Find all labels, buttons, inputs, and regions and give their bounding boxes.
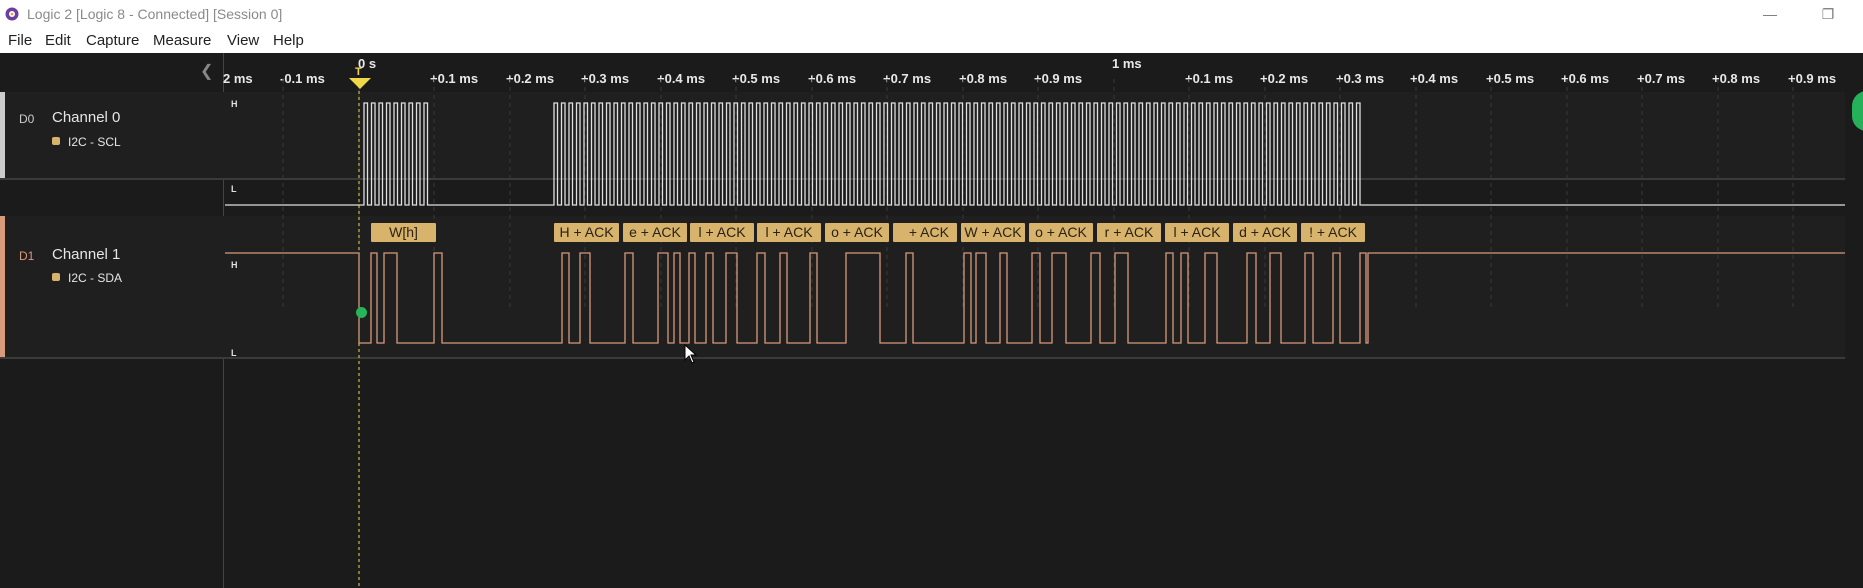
decoded-frame[interactable]: + ACK	[893, 223, 957, 242]
trigger-arrow-icon	[349, 78, 371, 89]
menu-edit[interactable]: Edit	[45, 32, 71, 49]
decoded-frame[interactable]: l + ACK	[757, 223, 821, 242]
menu-file[interactable]: File	[8, 32, 32, 49]
menu-view[interactable]: View	[227, 32, 259, 49]
decoded-frame[interactable]: l + ACK	[690, 223, 754, 242]
window-title: Logic 2 [Logic 8 - Connected] [Session 0…	[27, 6, 283, 22]
decoded-frame[interactable]: d + ACK	[1233, 223, 1297, 242]
menu-bar: File Edit Capture Measure View Help	[0, 29, 1863, 53]
decoded-frame[interactable]: W[h]	[371, 223, 436, 242]
waveform-canvas[interactable]	[0, 53, 1863, 588]
menu-capture[interactable]: Capture	[86, 32, 139, 49]
capture-workspace: ❮ 0 s 1 ms 2 ms -0.1 ms +0.1 ms +0.2 ms …	[0, 53, 1863, 588]
minimize-button[interactable]: —	[1750, 2, 1790, 26]
trigger-label: T	[355, 66, 362, 78]
decoded-frame[interactable]: o + ACK	[825, 223, 889, 242]
mouse-cursor-icon	[684, 344, 698, 364]
decoded-frame[interactable]: o + ACK	[1029, 223, 1093, 242]
decoded-frame[interactable]: W + ACK	[961, 223, 1025, 242]
gear-icon	[5, 7, 19, 21]
decoded-frame[interactable]: l + ACK	[1165, 223, 1229, 242]
scl-waveform	[225, 102, 1845, 206]
sda-waveform	[225, 252, 1845, 344]
menu-help[interactable]: Help	[273, 32, 304, 49]
restore-button[interactable]: ❐	[1808, 2, 1848, 26]
menu-measure[interactable]: Measure	[153, 32, 211, 49]
decoded-frame[interactable]: ! + ACK	[1301, 223, 1365, 242]
decoded-frame[interactable]: e + ACK	[623, 223, 687, 242]
title-bar: Logic 2 [Logic 8 - Connected] [Session 0…	[0, 0, 1863, 29]
decoded-frame[interactable]: H + ACK	[554, 223, 619, 242]
decoded-frame[interactable]: r + ACK	[1097, 223, 1161, 242]
trigger-point-icon	[356, 307, 367, 318]
